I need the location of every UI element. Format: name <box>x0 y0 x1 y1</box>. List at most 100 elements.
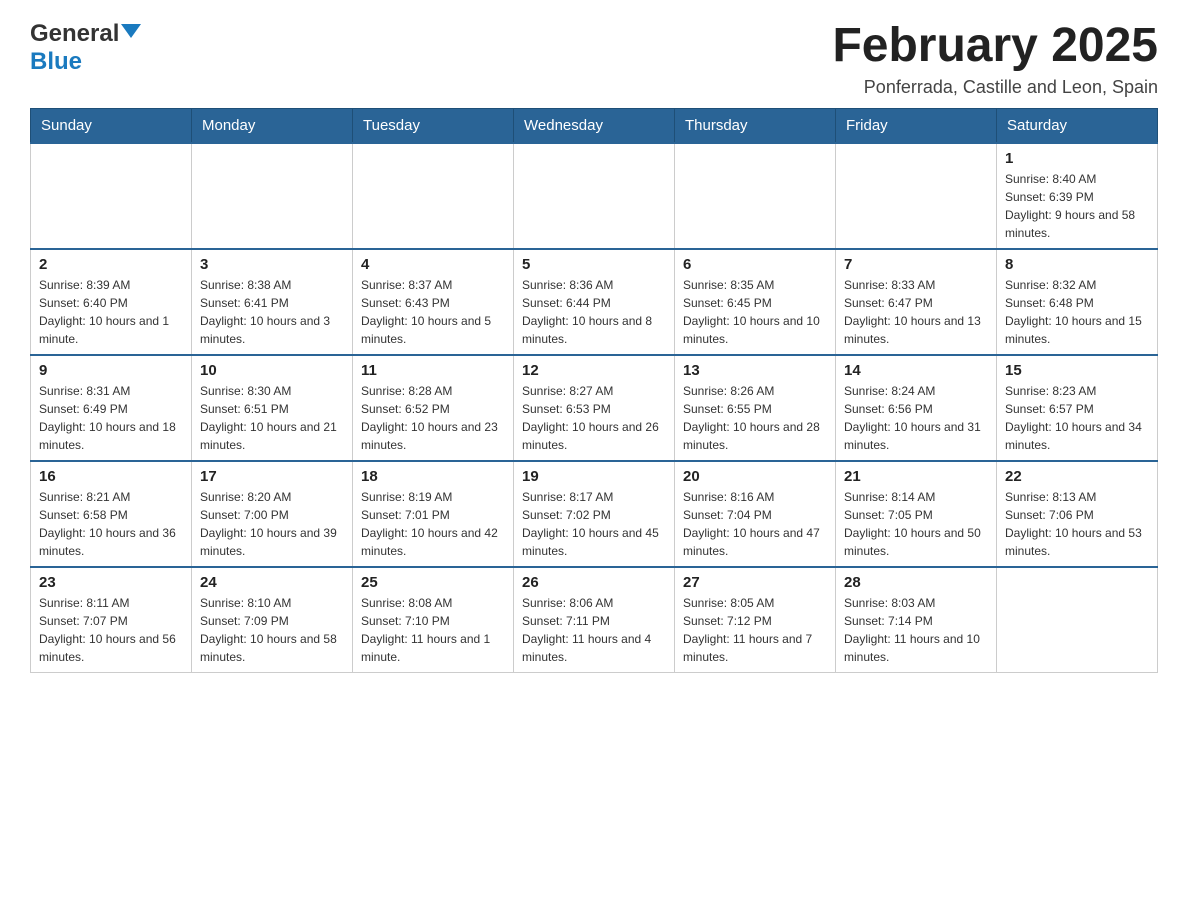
day-info: Sunrise: 8:31 AMSunset: 6:49 PMDaylight:… <box>39 382 183 454</box>
week-row-4: 16Sunrise: 8:21 AMSunset: 6:58 PMDayligh… <box>31 461 1158 567</box>
logo-general-text: General <box>30 20 119 48</box>
calendar-cell: 14 Sunrise: 8:24 AMSunset: 6:56 PMDayligh… <box>836 355 997 461</box>
calendar-cell: 2 Sunrise: 8:39 AMSunset: 6:40 PMDaylight… <box>31 249 192 355</box>
calendar-cell <box>31 143 192 249</box>
day-number: 27 <box>683 574 827 591</box>
day-info: Sunrise: 8:24 AMSunset: 6:56 PMDaylight:… <box>844 382 988 454</box>
calendar-cell: 11 Sunrise: 8:28 AMSunset: 6:52 PMDayligh… <box>353 355 514 461</box>
day-info: Sunrise: 8:39 AMSunset: 6:40 PMDaylight:… <box>39 276 183 348</box>
calendar-cell: 5Sunrise: 8:36 AMSunset: 6:44 PMDaylight… <box>514 249 675 355</box>
calendar-cell: 22 Sunrise: 8:13 AMSunset: 7:06 PMDayligh… <box>997 461 1158 567</box>
day-number: 9 <box>39 362 183 379</box>
logo-triangle-icon <box>121 24 141 38</box>
col-saturday: Saturday <box>997 108 1158 143</box>
day-info: Sunrise: 8:13 AMSunset: 7:06 PMDaylight:… <box>1005 488 1149 560</box>
day-info: Sunrise: 8:40 AMSunset: 6:39 PMDaylight:… <box>1005 170 1149 242</box>
col-wednesday: Wednesday <box>514 108 675 143</box>
day-info: Sunrise: 8:26 AMSunset: 6:55 PMDaylight:… <box>683 382 827 454</box>
calendar-cell: 20Sunrise: 8:16 AMSunset: 7:04 PMDayligh… <box>675 461 836 567</box>
day-info: Sunrise: 8:35 AMSunset: 6:45 PMDaylight:… <box>683 276 827 348</box>
calendar-table: Sunday Monday Tuesday Wednesday Thursday… <box>30 108 1158 673</box>
col-monday: Monday <box>192 108 353 143</box>
day-number: 7 <box>844 256 988 273</box>
day-number: 25 <box>361 574 505 591</box>
day-number: 6 <box>683 256 827 273</box>
calendar-cell: 24 Sunrise: 8:10 AMSunset: 7:09 PMDayligh… <box>192 567 353 673</box>
day-number: 4 <box>361 256 505 273</box>
title-block: February 2025 Ponferrada, Castille and L… <box>832 20 1158 98</box>
calendar-cell: 16Sunrise: 8:21 AMSunset: 6:58 PMDayligh… <box>31 461 192 567</box>
day-number: 22 <box>1005 468 1149 485</box>
day-number: 8 <box>1005 256 1149 273</box>
page-header: General Blue February 2025 Ponferrada, C… <box>30 20 1158 98</box>
logo-blue-text: Blue <box>30 48 82 75</box>
day-info: Sunrise: 8:10 AMSunset: 7:09 PMDaylight:… <box>200 594 344 666</box>
calendar-cell: 7Sunrise: 8:33 AMSunset: 6:47 PMDaylight… <box>836 249 997 355</box>
day-number: 28 <box>844 574 988 591</box>
day-info: Sunrise: 8:32 AMSunset: 6:48 PMDaylight:… <box>1005 276 1149 348</box>
calendar-cell: 10 Sunrise: 8:30 AMSunset: 6:51 PMDayligh… <box>192 355 353 461</box>
calendar-cell <box>514 143 675 249</box>
calendar-cell: 12 Sunrise: 8:27 AMSunset: 6:53 PMDayligh… <box>514 355 675 461</box>
day-number: 12 <box>522 362 666 379</box>
week-row-1: 1 Sunrise: 8:40 AMSunset: 6:39 PMDaylight… <box>31 143 1158 249</box>
day-info: Sunrise: 8:28 AMSunset: 6:52 PMDaylight:… <box>361 382 505 454</box>
col-tuesday: Tuesday <box>353 108 514 143</box>
day-number: 11 <box>361 362 505 379</box>
day-info: Sunrise: 8:11 AMSunset: 7:07 PMDaylight:… <box>39 594 183 666</box>
day-number: 1 <box>1005 150 1149 167</box>
day-info: Sunrise: 8:30 AMSunset: 6:51 PMDaylight:… <box>200 382 344 454</box>
calendar-cell: 27 Sunrise: 8:05 AMSunset: 7:12 PMDayligh… <box>675 567 836 673</box>
week-row-5: 23 Sunrise: 8:11 AMSunset: 7:07 PMDayligh… <box>31 567 1158 673</box>
day-info: Sunrise: 8:05 AMSunset: 7:12 PMDaylight:… <box>683 594 827 666</box>
day-number: 17 <box>200 468 344 485</box>
day-info: Sunrise: 8:08 AMSunset: 7:10 PMDaylight:… <box>361 594 505 666</box>
calendar-cell: 25 Sunrise: 8:08 AMSunset: 7:10 PMDayligh… <box>353 567 514 673</box>
day-number: 15 <box>1005 362 1149 379</box>
calendar-cell: 6 Sunrise: 8:35 AMSunset: 6:45 PMDaylight… <box>675 249 836 355</box>
day-number: 26 <box>522 574 666 591</box>
day-info: Sunrise: 8:27 AMSunset: 6:53 PMDaylight:… <box>522 382 666 454</box>
calendar-cell: 4 Sunrise: 8:37 AMSunset: 6:43 PMDaylight… <box>353 249 514 355</box>
week-row-3: 9 Sunrise: 8:31 AMSunset: 6:49 PMDaylight… <box>31 355 1158 461</box>
day-info: Sunrise: 8:03 AMSunset: 7:14 PMDaylight:… <box>844 594 988 666</box>
calendar-cell: 15Sunrise: 8:23 AMSunset: 6:57 PMDayligh… <box>997 355 1158 461</box>
day-info: Sunrise: 8:06 AMSunset: 7:11 PMDaylight:… <box>522 594 666 666</box>
calendar-cell: 26 Sunrise: 8:06 AMSunset: 7:11 PMDayligh… <box>514 567 675 673</box>
day-number: 21 <box>844 468 988 485</box>
day-number: 20 <box>683 468 827 485</box>
calendar-cell: 8 Sunrise: 8:32 AMSunset: 6:48 PMDaylight… <box>997 249 1158 355</box>
calendar-cell: 3 Sunrise: 8:38 AMSunset: 6:41 PMDaylight… <box>192 249 353 355</box>
calendar-cell: 9 Sunrise: 8:31 AMSunset: 6:49 PMDaylight… <box>31 355 192 461</box>
col-sunday: Sunday <box>31 108 192 143</box>
day-info: Sunrise: 8:37 AMSunset: 6:43 PMDaylight:… <box>361 276 505 348</box>
col-thursday: Thursday <box>675 108 836 143</box>
calendar-cell <box>675 143 836 249</box>
calendar-cell <box>836 143 997 249</box>
day-info: Sunrise: 8:17 AMSunset: 7:02 PMDaylight:… <box>522 488 666 560</box>
calendar-cell: 13 Sunrise: 8:26 AMSunset: 6:55 PMDayligh… <box>675 355 836 461</box>
day-info: Sunrise: 8:19 AMSunset: 7:01 PMDaylight:… <box>361 488 505 560</box>
day-number: 10 <box>200 362 344 379</box>
day-number: 19 <box>522 468 666 485</box>
calendar-cell: 21 Sunrise: 8:14 AMSunset: 7:05 PMDayligh… <box>836 461 997 567</box>
day-number: 24 <box>200 574 344 591</box>
calendar-cell <box>997 567 1158 673</box>
day-info: Sunrise: 8:38 AMSunset: 6:41 PMDaylight:… <box>200 276 344 348</box>
day-number: 23 <box>39 574 183 591</box>
day-number: 14 <box>844 362 988 379</box>
calendar-cell <box>353 143 514 249</box>
day-info: Sunrise: 8:14 AMSunset: 7:05 PMDaylight:… <box>844 488 988 560</box>
day-number: 3 <box>200 256 344 273</box>
day-number: 13 <box>683 362 827 379</box>
calendar-cell: 18Sunrise: 8:19 AMSunset: 7:01 PMDayligh… <box>353 461 514 567</box>
calendar-header-row: Sunday Monday Tuesday Wednesday Thursday… <box>31 108 1158 143</box>
week-row-2: 2 Sunrise: 8:39 AMSunset: 6:40 PMDaylight… <box>31 249 1158 355</box>
day-number: 2 <box>39 256 183 273</box>
calendar-cell: 28 Sunrise: 8:03 AMSunset: 7:14 PMDayligh… <box>836 567 997 673</box>
day-number: 16 <box>39 468 183 485</box>
day-number: 5 <box>522 256 666 273</box>
calendar-cell: 23 Sunrise: 8:11 AMSunset: 7:07 PMDayligh… <box>31 567 192 673</box>
calendar-cell: 17Sunrise: 8:20 AMSunset: 7:00 PMDayligh… <box>192 461 353 567</box>
calendar-cell <box>192 143 353 249</box>
